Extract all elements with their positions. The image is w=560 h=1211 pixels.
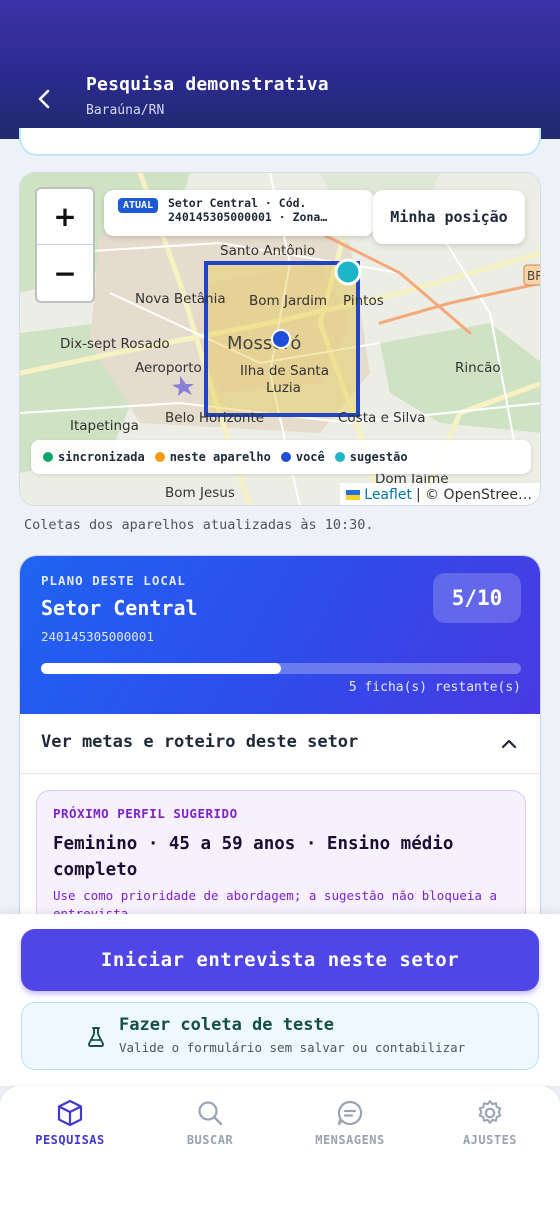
test-collection-button[interactable]: Fazer coleta de teste Valide o formulári… [21, 1002, 539, 1070]
current-badge: ATUAL [118, 198, 159, 213]
box-icon [57, 1099, 83, 1127]
sync-status-text: Coletas dos aparelhos atualizadas às 10:… [24, 517, 374, 533]
nav-buscar[interactable]: BUSCAR [150, 1098, 270, 1158]
zoom-control: + − [35, 187, 95, 303]
goals-toggle[interactable]: Ver metas e roteiro deste setor [20, 714, 540, 774]
you-marker [271, 329, 291, 349]
page-subtitle: Baraúna/RN [86, 103, 165, 118]
nav-label: BUSCAR [186, 1133, 234, 1147]
nav-label: MENSAGENS [315, 1133, 385, 1147]
page-title: Pesquisa demonstrativa [86, 74, 329, 95]
legend-item: sugestão [334, 450, 408, 464]
nav-label: AJUSTES [462, 1133, 518, 1147]
sector-map[interactable]: Santo Antônio Nova Betânia Bom Jardim Pi… [19, 172, 541, 506]
test-collection-subtitle: Valide o formulário sem salvar ou contab… [119, 1040, 466, 1055]
profile-kicker: PRÓXIMO PERFIL SUGERIDO [53, 806, 238, 821]
sector-plan-card: PLANO DESTE LOCAL Setor Central 24014530… [19, 555, 541, 935]
sector-code: 240145305000001 [41, 629, 154, 644]
quota-progress-bar [41, 663, 521, 674]
suggestion-dot-icon [334, 452, 345, 462]
place-label: Santo Antônio [220, 243, 315, 259]
nav-label: PESQUISAS [35, 1133, 105, 1147]
place-label: Bom Jardim [249, 293, 327, 309]
place-label: Costa e Silva [338, 410, 426, 426]
quota-count-badge: 5/10 [433, 573, 521, 623]
plan-header: PLANO DESTE LOCAL Setor Central 24014530… [20, 556, 540, 714]
map-attribution: Leaflet | © OpenStree… [340, 483, 540, 505]
place-label: Belo Horizonte [165, 410, 264, 426]
start-interview-button[interactable]: Iniciar entrevista neste setor [21, 929, 539, 991]
place-label: Rincão [455, 360, 501, 376]
back-button[interactable] [30, 84, 60, 114]
map-legend: sincronizada neste aparelho você sugestã… [31, 440, 531, 474]
chat-icon [337, 1100, 363, 1126]
test-collection-title: Fazer coleta de teste [119, 1015, 334, 1035]
remaining-forms: 5 ficha(s) restante(s) [348, 680, 521, 695]
flask-icon [87, 1027, 105, 1047]
suggestion-marker[interactable] [334, 258, 362, 286]
osm-attribution[interactable]: | © OpenStree… [416, 487, 532, 503]
bottom-nav: PESQUISAS BUSCAR MENSAGENS AJUSTES [0, 1086, 560, 1211]
place-label: Dix-sept Rosado [60, 336, 170, 352]
gear-icon [478, 1100, 502, 1124]
device-dot-icon [154, 452, 165, 462]
plan-kicker: PLANO DESTE LOCAL [41, 573, 186, 588]
place-label: Itapetinga [70, 418, 139, 434]
synced-dot-icon [43, 452, 53, 462]
place-label: Nova Betânia [135, 291, 226, 307]
chevron-left-icon [38, 89, 50, 109]
leaflet-link[interactable]: Leaflet [364, 487, 412, 503]
legend-item: sincronizada [43, 450, 145, 464]
search-icon [198, 1101, 223, 1126]
place-label: Pintos [343, 293, 384, 309]
nav-ajustes[interactable]: AJUSTES [430, 1098, 550, 1158]
sector-pill-line1: Setor Central · Cód. [168, 196, 307, 210]
nav-mensagens[interactable]: MENSAGENS [290, 1098, 410, 1158]
my-position-button[interactable]: Minha posição [373, 190, 525, 244]
nav-pesquisas[interactable]: PESQUISAS [10, 1098, 130, 1158]
goals-toggle-label: Ver metas e roteiro deste setor [41, 732, 359, 752]
legend-item: neste aparelho [154, 450, 271, 464]
sector-pill-line2: 240145305000001 · Zona… [168, 210, 328, 224]
place-label: Luzia [266, 380, 301, 396]
progress-fill [41, 663, 281, 674]
road-shield-label: BR [527, 269, 541, 283]
legend-item: você [280, 450, 325, 464]
zoom-in-button[interactable]: + [37, 189, 93, 245]
profile-title: Feminino · 45 a 59 anos · Ensino médio c… [53, 834, 454, 880]
previous-card-edge [19, 128, 541, 156]
chevron-up-icon [501, 739, 517, 749]
zoom-out-button[interactable]: − [37, 245, 93, 301]
app-header: Pesquisa demonstrativa Baraúna/RN [0, 0, 560, 139]
sector-name: Setor Central [41, 596, 198, 620]
action-panel: Iniciar entrevista neste setor Fazer col… [0, 914, 560, 1086]
place-label: Bom Jesus [165, 485, 235, 501]
current-sector-pill[interactable]: ATUAL Setor Central · Cód. 2401453050000… [104, 190, 374, 236]
you-dot-icon [280, 452, 291, 462]
place-label: Aeroporto [135, 360, 202, 376]
ukraine-flag-icon [346, 490, 361, 500]
place-label: Ilha de Santa [240, 363, 329, 379]
